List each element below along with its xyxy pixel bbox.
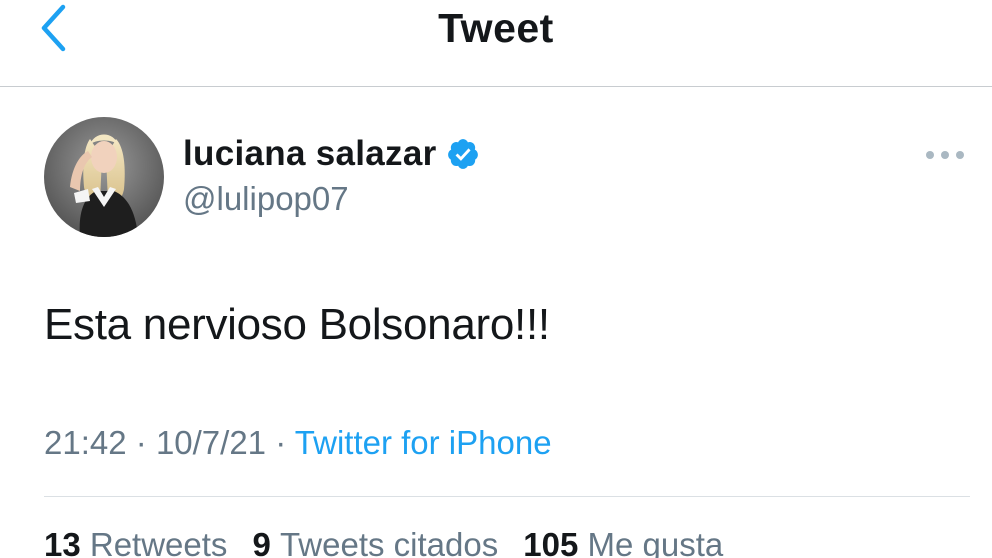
more-options-button[interactable] — [920, 140, 970, 170]
meta-separator: · — [275, 424, 295, 461]
tweet-text: Esta nervioso Bolsonaro!!! — [44, 300, 550, 349]
page-title: Tweet — [438, 5, 554, 51]
more-horizontal-icon — [926, 151, 964, 159]
verified-badge-icon — [446, 137, 480, 171]
quote-tweets-count: 9 — [252, 526, 280, 558]
quote-tweets-stat[interactable]: 9 Tweets citados — [252, 526, 498, 558]
quote-tweets-label: Tweets citados — [279, 526, 499, 558]
avatar[interactable] — [44, 117, 164, 237]
author-name-row[interactable]: luciana salazar — [183, 134, 480, 174]
author-display-name: luciana salazar — [183, 134, 437, 173]
retweets-stat[interactable]: 13 Retweets — [44, 526, 227, 558]
tweet-meta: 21:42 · 10/7/21 · Twitter for iPhone — [44, 424, 552, 462]
retweets-label: Retweets — [89, 526, 228, 558]
tweet-detail-screen: Tweet luciana salazar @lulipop07 Esta ne… — [0, 0, 992, 558]
likes-count: 105 — [523, 526, 588, 558]
author-handle[interactable]: @lulipop07 — [183, 180, 349, 218]
likes-label: Me gusta — [587, 526, 724, 558]
meta-separator: · — [135, 424, 156, 461]
likes-stat[interactable]: 105 Me gusta — [523, 526, 723, 558]
retweets-count: 13 — [44, 526, 90, 558]
nav-header: Tweet — [0, 0, 992, 87]
engagement-stats: 13 Retweets 9 Tweets citados 105 Me gust… — [44, 526, 748, 558]
tweet-source-link[interactable]: Twitter for iPhone — [295, 424, 552, 461]
tweet-date[interactable]: 10/7/21 — [156, 424, 266, 461]
divider — [44, 496, 970, 497]
profile-photo — [44, 117, 164, 237]
tweet-time[interactable]: 21:42 — [44, 424, 127, 461]
